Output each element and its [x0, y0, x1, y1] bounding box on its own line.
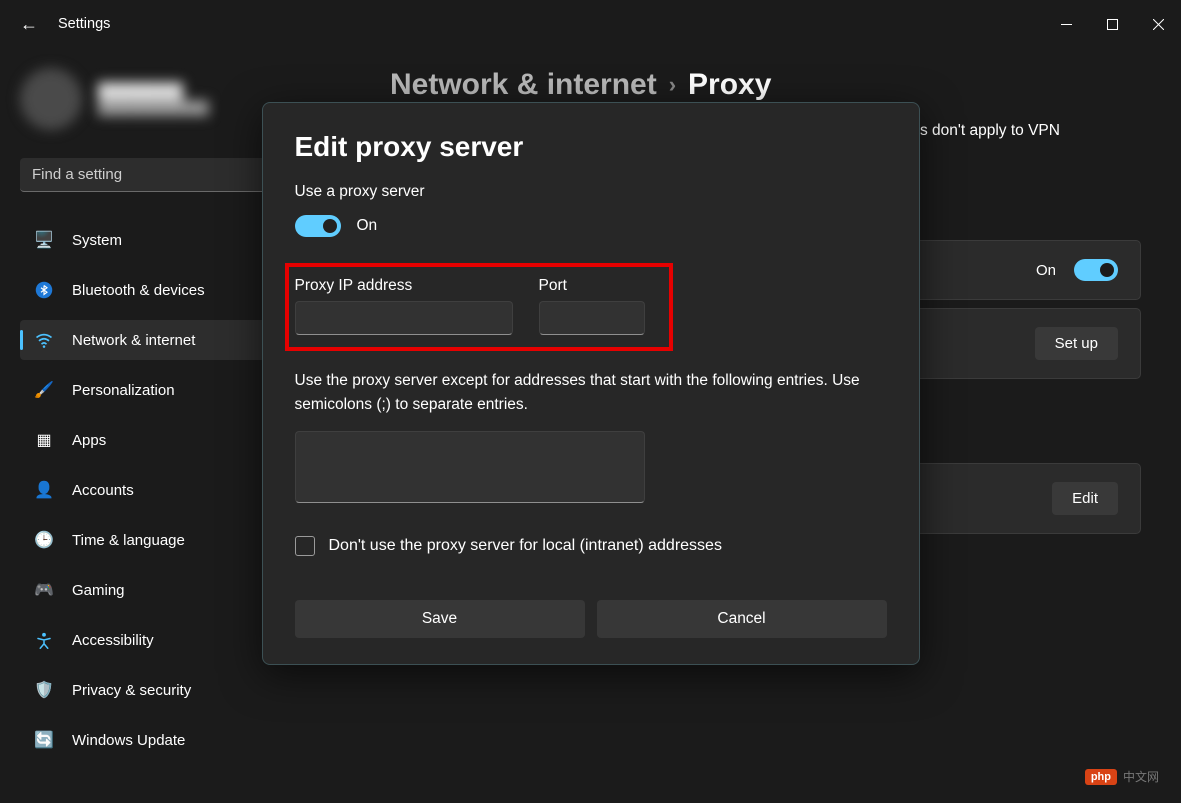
sidebar-item-personalization[interactable]: 🖌️ Personalization [20, 370, 298, 410]
sidebar-item-label: Time & language [72, 532, 185, 549]
watermark: php 中文网 [1085, 768, 1159, 785]
sidebar-item-label: Gaming [72, 582, 125, 599]
toggle-state-label: On [357, 217, 378, 235]
exceptions-description: Use the proxy server except for addresse… [295, 369, 887, 417]
setup-button[interactable]: Set up [1035, 327, 1118, 360]
accounts-icon: 👤 [34, 480, 54, 500]
local-bypass-checkbox[interactable] [295, 536, 315, 556]
sidebar-item-windows-update[interactable]: 🔄 Windows Update [20, 720, 298, 760]
use-proxy-label: Use a proxy server [295, 183, 887, 201]
sidebar-item-system[interactable]: 🖥️ System [20, 220, 298, 260]
apps-icon: ▦ [34, 430, 54, 450]
privacy-security-icon: 🛡️ [34, 680, 54, 700]
personalization-icon: 🖌️ [34, 380, 54, 400]
close-button[interactable] [1135, 8, 1181, 40]
avatar [20, 68, 82, 130]
back-arrow-icon[interactable]: ← [20, 14, 38, 35]
edit-proxy-modal: Edit proxy server Use a proxy server On … [262, 102, 920, 665]
sidebar-item-privacy-security[interactable]: 🛡️ Privacy & security [20, 670, 298, 710]
profile-text: ████████ ████████████ [98, 83, 209, 115]
watermark-badge: php [1085, 769, 1117, 785]
breadcrumb-parent[interactable]: Network & internet [390, 68, 657, 102]
sidebar-item-apps[interactable]: ▦ Apps [20, 420, 298, 460]
windows-update-icon: 🔄 [34, 730, 54, 750]
proxy-port-input[interactable] [539, 301, 645, 335]
chevron-right-icon: › [669, 72, 676, 98]
watermark-text: 中文网 [1123, 768, 1159, 785]
sidebar-item-label: Privacy & security [72, 682, 191, 699]
local-bypass-label: Don't use the proxy server for local (in… [329, 537, 722, 555]
sidebar-item-gaming[interactable]: 🎮 Gaming [20, 570, 298, 610]
breadcrumb: Network & internet › Proxy [390, 68, 1141, 102]
sidebar-item-label: Apps [72, 432, 106, 449]
exceptions-textarea[interactable] [295, 431, 645, 503]
app-title: Settings [58, 16, 110, 32]
search-input[interactable] [20, 158, 298, 192]
modal-title: Edit proxy server [295, 131, 887, 163]
maximize-button[interactable] [1089, 8, 1135, 40]
gaming-icon: 🎮 [34, 580, 54, 600]
use-proxy-toggle[interactable] [295, 215, 341, 237]
ip-label: Proxy IP address [295, 277, 513, 295]
sidebar-item-time-language[interactable]: 🕒 Time & language [20, 520, 298, 560]
time-language-icon: 🕒 [34, 530, 54, 550]
nav-list: 🖥️ System Bluetooth & devices Network & int… [20, 220, 298, 760]
sidebar-item-label: Accounts [72, 482, 134, 499]
cancel-button[interactable]: Cancel [597, 600, 887, 638]
save-button[interactable]: Save [295, 600, 585, 638]
sidebar-item-accounts[interactable]: 👤 Accounts [20, 470, 298, 510]
network-internet-icon [34, 330, 54, 350]
sidebar-item-label: Network & internet [72, 332, 195, 349]
sidebar-item-network-internet[interactable]: Network & internet [20, 320, 298, 360]
background-note: s don't apply to VPN [920, 122, 1141, 140]
sidebar-item-label: Accessibility [72, 632, 154, 649]
sidebar-item-label: Windows Update [72, 732, 185, 749]
edit-button[interactable]: Edit [1052, 482, 1118, 515]
accessibility-icon [34, 630, 54, 650]
sidebar-item-label: Bluetooth & devices [72, 282, 205, 299]
breadcrumb-current: Proxy [688, 68, 771, 102]
system-icon: 🖥️ [34, 230, 54, 250]
bluetooth-devices-icon [34, 280, 54, 300]
proxy-ip-input[interactable] [295, 301, 513, 335]
titlebar: ← Settings [0, 0, 1181, 48]
auto-toggle[interactable] [1074, 259, 1118, 281]
highlight-annotation: Proxy IP address Port [285, 263, 673, 351]
sidebar-item-accessibility[interactable]: Accessibility [20, 620, 298, 660]
sidebar-item-label: Personalization [72, 382, 175, 399]
sidebar-item-bluetooth-devices[interactable]: Bluetooth & devices [20, 270, 298, 310]
minimize-button[interactable] [1043, 8, 1089, 40]
port-label: Port [539, 277, 645, 295]
profile-section[interactable]: ████████ ████████████ [20, 68, 298, 130]
auto-on-label: On [1036, 262, 1056, 279]
sidebar-item-label: System [72, 232, 122, 249]
